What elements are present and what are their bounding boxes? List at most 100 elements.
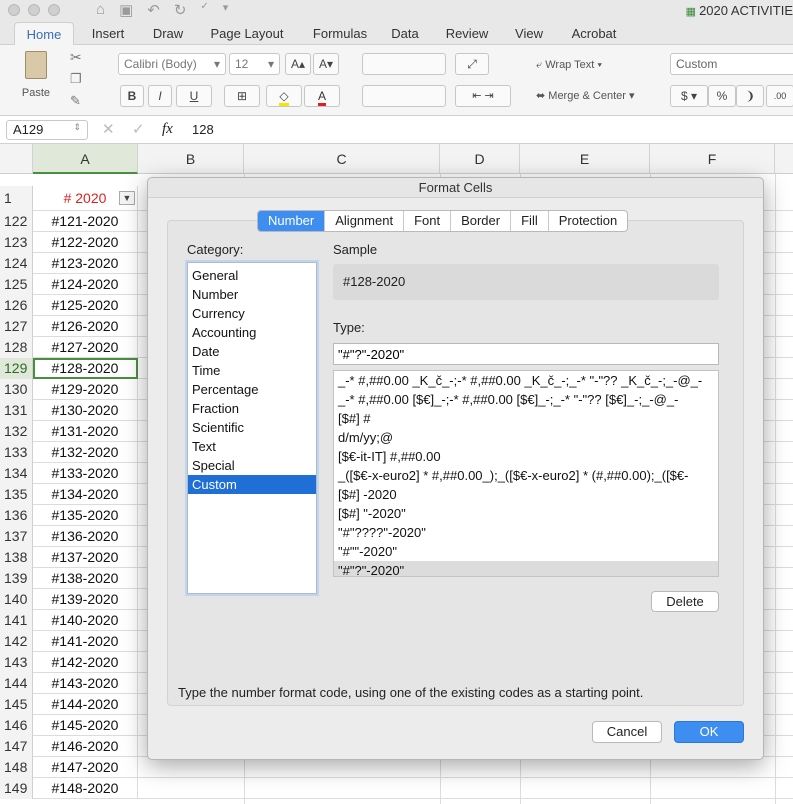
column-header-d[interactable]: D (440, 144, 520, 174)
merge-center-button[interactable]: ⬌ Merge & Center ▾ (536, 89, 635, 102)
redo-icon[interactable]: ↻ (174, 1, 187, 19)
tab-formulas[interactable]: Formulas (300, 22, 380, 45)
format-code-item[interactable]: _-* #,##0.00 [$€]_-;-* #,##0.00 [$€]_-;_… (334, 390, 718, 409)
cell-a[interactable]: #133-2020 (33, 463, 138, 484)
cell-a[interactable]: #126-2020 (33, 316, 138, 337)
row-number[interactable]: 148 (0, 757, 33, 778)
cell-a[interactable]: #141-2020 (33, 631, 138, 652)
formula-input[interactable]: 128 (192, 122, 214, 137)
row-number[interactable]: 127 (0, 316, 33, 337)
row-number[interactable]: 135 (0, 484, 33, 505)
tab-page-layout[interactable]: Page Layout (194, 22, 300, 45)
category-item[interactable]: Text (188, 437, 316, 456)
cell-a[interactable]: #128-2020 (33, 358, 138, 379)
comma-style-button[interactable]: ❩ (736, 85, 764, 107)
cell-a[interactable]: #148-2020 (33, 778, 138, 799)
tab-data[interactable]: Data (380, 22, 430, 45)
tab-view[interactable]: View (504, 22, 554, 45)
cancel-button[interactable]: Cancel (592, 721, 662, 743)
bold-button[interactable]: B (120, 85, 144, 107)
row-number[interactable]: 140 (0, 589, 33, 610)
spellcheck-icon[interactable]: ✓ (200, 1, 208, 19)
minimize-window-button[interactable] (28, 4, 40, 16)
category-item[interactable]: Scientific (188, 418, 316, 437)
tab-insert[interactable]: Insert (74, 22, 142, 45)
decrease-font-size-button[interactable]: A▾ (313, 53, 339, 75)
row-number[interactable]: 1 (0, 186, 33, 211)
row-number[interactable]: 143 (0, 652, 33, 673)
row-number[interactable]: 144 (0, 673, 33, 694)
tab-number[interactable]: Number (258, 211, 326, 231)
cell-a[interactable]: #134-2020 (33, 484, 138, 505)
category-item[interactable]: Fraction (188, 399, 316, 418)
font-size-select[interactable]: 12 ▾ (229, 53, 280, 75)
category-item[interactable]: Custom (188, 475, 316, 494)
paste-button[interactable]: Paste (14, 51, 58, 106)
insert-function-icon[interactable]: fx (162, 121, 173, 138)
cell-a[interactable]: #143-2020 (33, 673, 138, 694)
row-number[interactable]: 133 (0, 442, 33, 463)
row-number[interactable]: 146 (0, 715, 33, 736)
cell-a[interactable]: #125-2020 (33, 295, 138, 316)
row-number[interactable]: 149 (0, 778, 33, 799)
customize-toolbar-icon[interactable]: ▾ (223, 1, 229, 19)
format-code-item[interactable]: [$#] "-2020" (334, 504, 718, 523)
vertical-align-group[interactable] (362, 53, 446, 75)
cell-a[interactable]: #127-2020 (33, 337, 138, 358)
confirm-entry-icon[interactable]: ✓ (132, 120, 145, 138)
category-item[interactable]: Time (188, 361, 316, 380)
currency-format-button[interactable]: $ ▾ (670, 85, 708, 107)
format-code-item[interactable]: [$#] # (334, 409, 718, 428)
row-number[interactable]: 141 (0, 610, 33, 631)
row-number[interactable]: 126 (0, 295, 33, 316)
tab-protection[interactable]: Protection (549, 211, 628, 231)
category-item[interactable]: Percentage (188, 380, 316, 399)
save-icon[interactable]: ▣ (119, 1, 133, 19)
tab-font[interactable]: Font (404, 211, 452, 231)
fill-color-button[interactable]: ◇ (266, 85, 302, 107)
borders-button[interactable]: ⊞ (224, 85, 260, 107)
row-number[interactable]: 130 (0, 379, 33, 400)
cell-a[interactable]: #132-2020 (33, 442, 138, 463)
row-number[interactable]: 142 (0, 631, 33, 652)
row-number[interactable]: 138 (0, 547, 33, 568)
category-item[interactable]: Currency (188, 304, 316, 323)
cancel-entry-icon[interactable]: ✕ (102, 120, 115, 138)
row-number[interactable]: 137 (0, 526, 33, 547)
name-box[interactable]: A129 ⇕ (6, 120, 88, 140)
format-code-item[interactable]: "#"????"-2020" (334, 523, 718, 542)
zoom-window-button[interactable] (48, 4, 60, 16)
tab-home[interactable]: Home (14, 22, 74, 45)
row-number[interactable]: 122 (0, 211, 33, 232)
type-input[interactable] (333, 343, 719, 365)
number-format-select[interactable]: Custom (670, 53, 793, 75)
cell-a[interactable]: #131-2020 (33, 421, 138, 442)
tab-fill[interactable]: Fill (511, 211, 549, 231)
cell-a[interactable]: #123-2020 (33, 253, 138, 274)
underline-button[interactable]: U (176, 85, 212, 107)
row-number[interactable]: 139 (0, 568, 33, 589)
cell-a[interactable]: #138-2020 (33, 568, 138, 589)
row-number[interactable]: 128 (0, 337, 33, 358)
cell-a[interactable]: #124-2020 (33, 274, 138, 295)
tab-alignment[interactable]: Alignment (325, 211, 405, 231)
cell-a[interactable]: #136-2020 (33, 526, 138, 547)
home-icon[interactable]: ⌂ (96, 1, 105, 19)
percent-style-button[interactable]: % (708, 85, 736, 107)
row-number[interactable]: 131 (0, 400, 33, 421)
format-code-item[interactable]: _([$€-x-euro2] * #,##0.00_);_([$€-x-euro… (334, 466, 718, 485)
column-header-e[interactable]: E (520, 144, 650, 174)
column-header-f[interactable]: F (650, 144, 775, 174)
header-cell-a[interactable]: # 2020 ▼ (33, 186, 138, 211)
cell-a[interactable]: #144-2020 (33, 694, 138, 715)
cell-a[interactable]: #135-2020 (33, 505, 138, 526)
cut-icon[interactable]: ✂ (70, 49, 82, 66)
copy-icon[interactable]: ❐ (70, 71, 82, 87)
format-code-item[interactable]: [$#] -2020 (334, 485, 718, 504)
cell-a[interactable]: #129-2020 (33, 379, 138, 400)
format-code-item[interactable]: "#""-2020" (334, 542, 718, 561)
tab-draw[interactable]: Draw (142, 22, 194, 45)
indent-group[interactable]: ⇤ ⇥ (455, 85, 511, 107)
row-number[interactable]: 124 (0, 253, 33, 274)
row-number[interactable]: 132 (0, 421, 33, 442)
